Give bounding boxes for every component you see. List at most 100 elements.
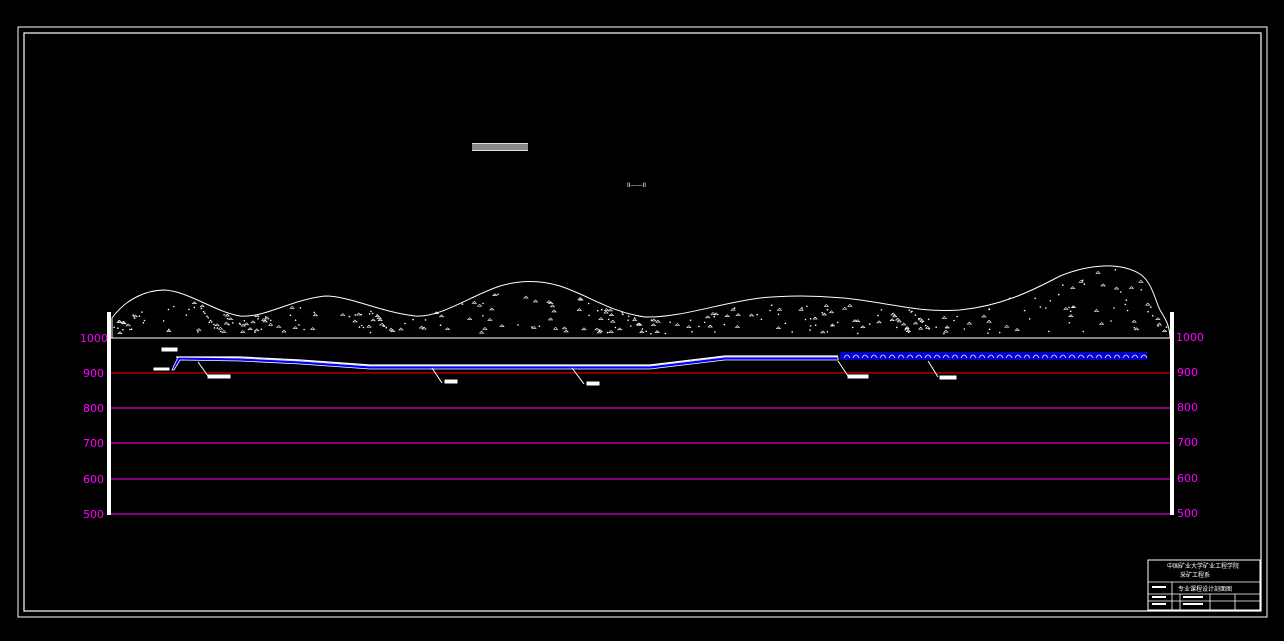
rock-triangle	[191, 301, 198, 304]
rock-dot	[1165, 326, 1168, 328]
rock-triangle	[418, 325, 425, 329]
rock-dot	[868, 323, 871, 325]
rock-dot	[650, 319, 653, 321]
roadway-profile	[171, 355, 839, 371]
rock-triangle	[125, 323, 131, 327]
rock-triangle	[631, 318, 638, 321]
rock-dot	[354, 314, 357, 316]
rock-dot	[412, 318, 414, 321]
rock-dot	[439, 324, 442, 327]
goaf-area	[840, 352, 1148, 360]
rock-triangle	[735, 313, 741, 316]
rock-dot	[987, 332, 989, 334]
rock-dot	[142, 322, 145, 324]
rock-dot	[1048, 330, 1050, 333]
rock-triangle	[1100, 283, 1106, 287]
rock-dot	[188, 308, 190, 311]
rock-dot	[650, 333, 652, 335]
rock-triangle	[551, 309, 557, 313]
rock-dot	[791, 331, 793, 333]
rock-dot	[1120, 291, 1122, 293]
rock-dot	[851, 326, 854, 329]
title-block-org-line1: 中国矿业大学矿业工程学院	[1167, 562, 1239, 570]
callout-box	[153, 367, 170, 371]
elev-left-600: 600	[83, 473, 104, 486]
rock-triangle	[221, 329, 227, 333]
terrain-rock-hatch	[113, 269, 1168, 335]
rock-dot	[209, 319, 212, 322]
rock-triangle	[340, 313, 346, 316]
rock-dot	[1034, 297, 1036, 300]
rock-dot	[216, 327, 219, 329]
rock-dot	[928, 328, 930, 330]
rock-triangle	[852, 319, 858, 322]
rock-dot	[614, 326, 617, 329]
rock-triangle	[981, 314, 987, 318]
rock-triangle	[1068, 314, 1074, 317]
rock-dot	[207, 317, 209, 319]
rock-dot	[213, 327, 216, 329]
rock-dot	[1062, 284, 1064, 286]
rock-triangle	[466, 317, 473, 320]
rock-dot	[821, 312, 823, 314]
rock-triangle	[489, 307, 495, 311]
elev-right-800: 800	[1177, 401, 1198, 414]
rock-dot	[908, 309, 911, 312]
rock-triangle	[775, 326, 782, 330]
rock-dot	[385, 326, 388, 329]
rock-triangle	[901, 322, 907, 326]
rock-dot	[254, 331, 256, 333]
rock-dot	[857, 332, 859, 335]
rock-dot	[206, 315, 208, 318]
rock-triangle	[1131, 319, 1137, 323]
rock-dot	[362, 326, 365, 329]
rock-dot	[358, 326, 361, 328]
rock-dot	[257, 318, 259, 320]
rock-triangle	[563, 329, 569, 333]
rock-dot	[1110, 320, 1112, 322]
rock-dot	[801, 307, 803, 309]
rock-dot	[953, 319, 955, 322]
rock-dot	[424, 319, 427, 321]
rock-dot	[1068, 306, 1070, 309]
rock-triangle	[281, 329, 287, 333]
rock-dot	[173, 305, 175, 308]
rock-dot	[531, 326, 533, 328]
elev-right-600: 600	[1177, 472, 1198, 485]
rock-dot	[376, 314, 379, 316]
rock-triangle	[1161, 329, 1168, 333]
elev-left-500: 500	[83, 508, 104, 521]
rock-dot	[185, 314, 188, 316]
rock-dot	[809, 318, 812, 320]
rock-dot	[1082, 330, 1085, 333]
rock-dot	[988, 328, 991, 331]
rock-triangle	[576, 308, 583, 311]
rock-dot	[956, 315, 958, 318]
rock-dot	[756, 313, 758, 316]
rock-triangle	[398, 327, 404, 331]
rock-triangle	[217, 326, 224, 330]
rock-dot	[664, 332, 667, 335]
rock-dot	[1039, 306, 1042, 308]
elev-left-700: 700	[83, 437, 104, 450]
rock-triangle	[710, 312, 716, 315]
rock-dot	[117, 327, 119, 330]
rock-triangle	[547, 317, 554, 321]
rock-dot	[943, 333, 945, 335]
rock-dot	[197, 331, 199, 333]
rock-triangle	[1004, 324, 1010, 328]
rock-dot	[1023, 309, 1026, 312]
rock-triangle	[686, 325, 692, 328]
rock-dot	[538, 325, 541, 328]
rock-triangle	[924, 325, 931, 329]
rock-triangle	[267, 322, 274, 326]
rock-triangle	[776, 307, 783, 311]
rock-dot	[1069, 310, 1072, 313]
rock-dot	[162, 320, 165, 322]
rock-dot	[223, 314, 225, 316]
rock-dot	[645, 330, 648, 333]
rock-dot	[1008, 297, 1011, 300]
rock-dot	[1150, 306, 1152, 308]
rock-dot	[167, 308, 170, 311]
rock-dot	[809, 329, 811, 331]
